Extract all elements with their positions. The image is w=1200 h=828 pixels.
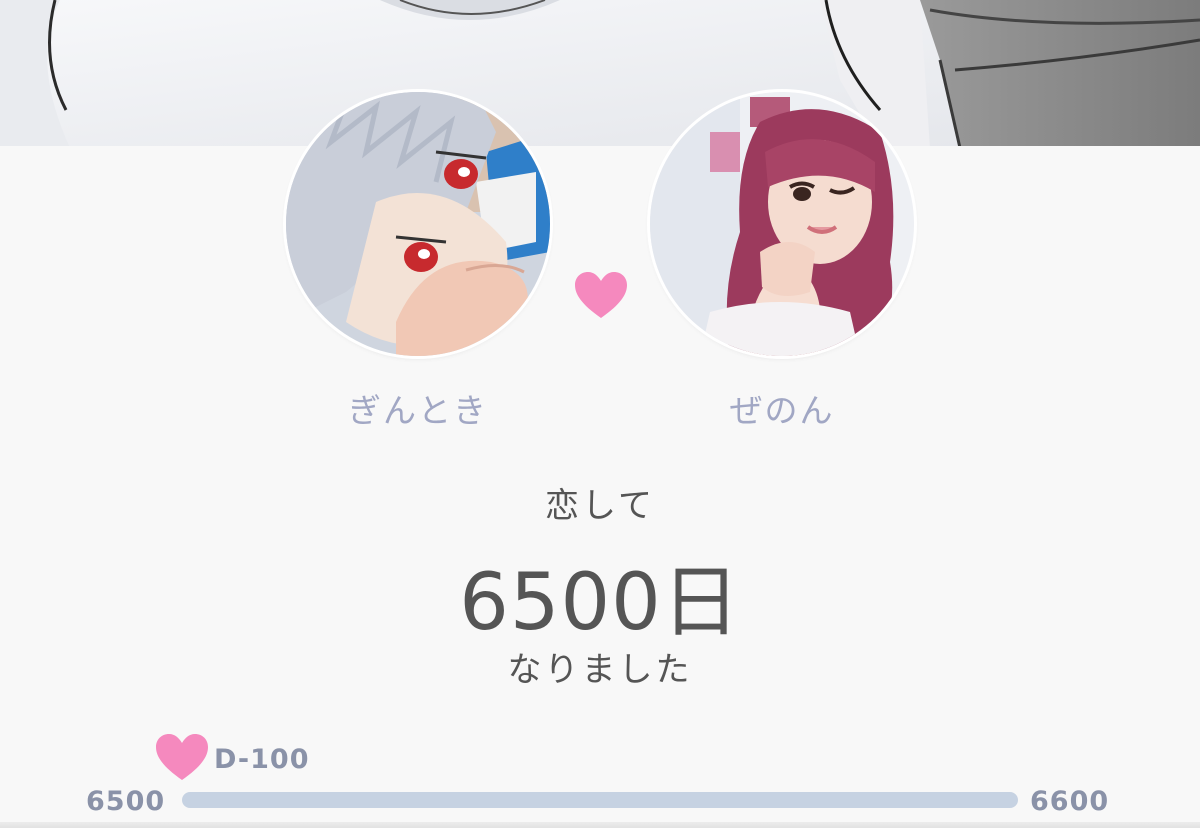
anime-plush-photo bbox=[286, 92, 550, 356]
left-partner-name: ぎんとき bbox=[348, 391, 488, 430]
progress-end-value: 6600 bbox=[1030, 786, 1110, 817]
day-count: 6500日 bbox=[459, 558, 741, 648]
progress-bar bbox=[182, 792, 1018, 808]
cover-illustration bbox=[0, 0, 1200, 148]
anniversary-screen: ぎんとき ぜのん 恋して 6500日 なりました D-100 6500 6600 bbox=[0, 0, 1200, 828]
right-partner-name: ぜのん bbox=[729, 391, 835, 430]
progress-start-value: 6500 bbox=[86, 786, 166, 817]
milestone-heart-icon bbox=[156, 734, 208, 780]
left-partner-avatar[interactable] bbox=[286, 92, 550, 356]
pink-haired-person-photo bbox=[650, 92, 914, 356]
heart-icon bbox=[575, 272, 627, 318]
right-partner-avatar[interactable] bbox=[650, 92, 914, 356]
cover-photo[interactable] bbox=[0, 0, 1200, 148]
milestone-label: D-100 bbox=[214, 744, 310, 775]
bottom-divider bbox=[0, 822, 1200, 828]
counter-suffix: なりました bbox=[507, 650, 693, 690]
counter-prefix: 恋して bbox=[545, 486, 655, 526]
